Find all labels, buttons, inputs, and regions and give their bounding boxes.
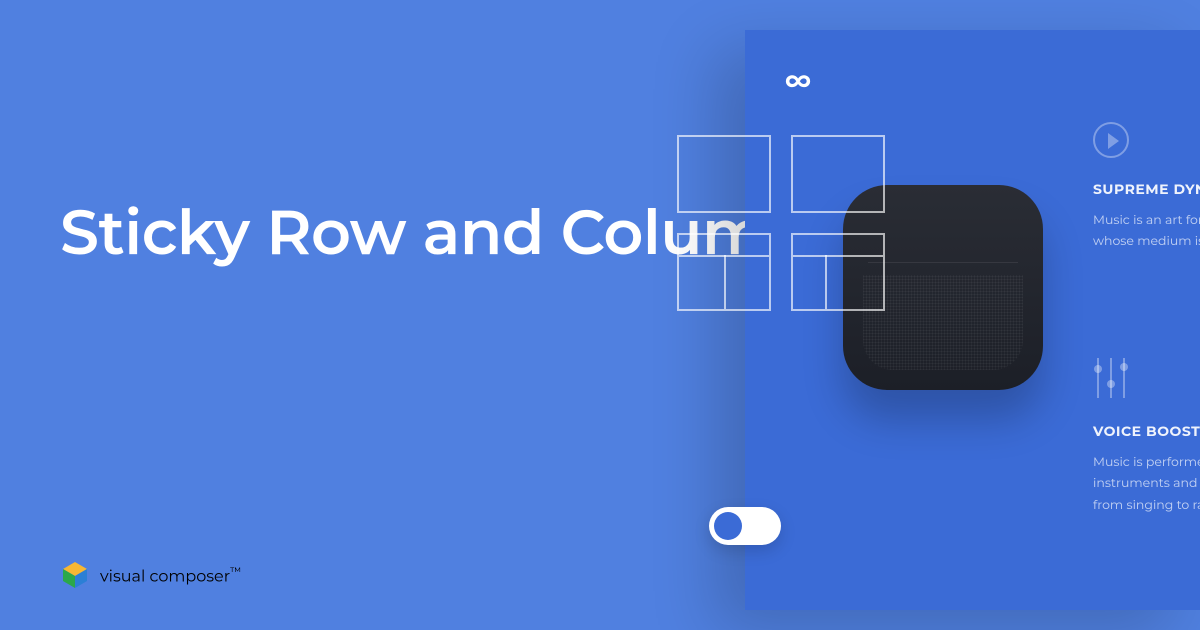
feature-block: SUPREME DYN Music is an art form a whose…	[1093, 180, 1200, 253]
sliders-icon	[1093, 358, 1129, 398]
layout-wireframe-icon	[677, 135, 885, 311]
toggle-switch[interactable]	[709, 507, 781, 545]
layout-box	[791, 135, 885, 213]
feature-heading: SUPREME DYN	[1093, 180, 1200, 198]
feature-text: from singing to rappi	[1093, 495, 1200, 516]
layout-box	[677, 135, 771, 213]
preview-panel: ∞ SUPREME DYN Music is an art form a who…	[745, 30, 1200, 610]
infinity-icon: ∞	[785, 65, 811, 99]
feature-text: Music is an art form a	[1093, 210, 1200, 231]
feature-heading: VOICE BOOST	[1093, 422, 1200, 440]
feature-text: whose medium is sou	[1093, 231, 1200, 252]
layout-box	[791, 233, 885, 311]
feature-text: instruments and voca	[1093, 473, 1200, 494]
brand-footer: visual composer™	[60, 560, 241, 590]
feature-block: VOICE BOOST Music is performed w instrum…	[1093, 422, 1200, 516]
brand-text: visual composer™	[100, 564, 241, 586]
play-icon	[1093, 122, 1129, 158]
visual-composer-logo-icon	[60, 560, 90, 590]
feature-text: Music is performed w	[1093, 452, 1200, 473]
layout-box	[677, 233, 771, 311]
